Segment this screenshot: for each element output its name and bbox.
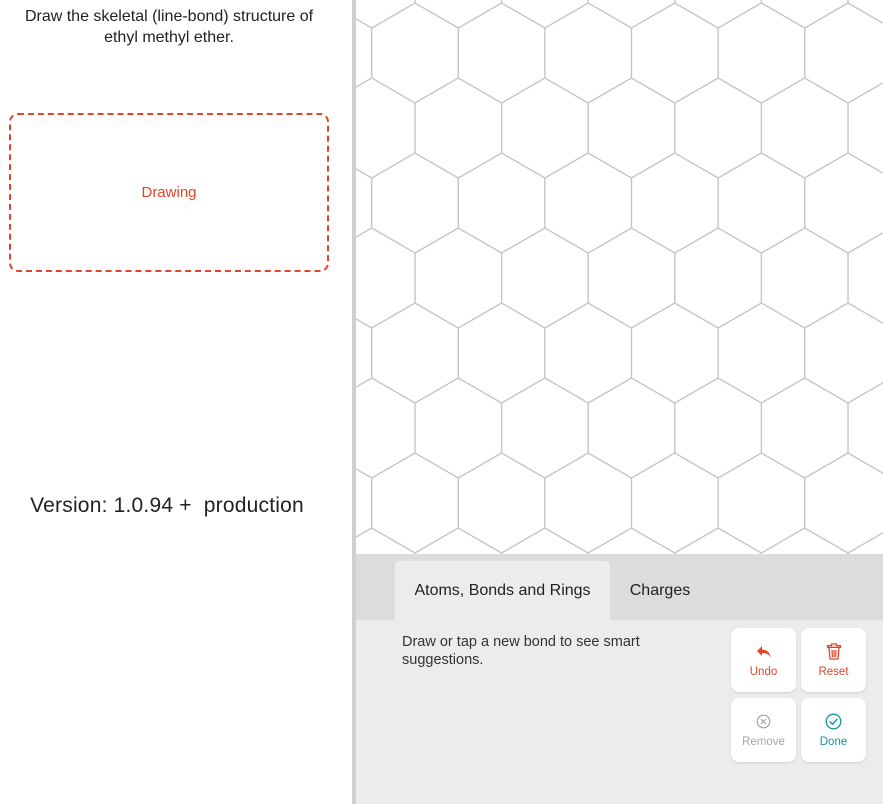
drawing-canvas[interactable]: [356, 0, 883, 554]
grid-hexagon: [717, 302, 806, 404]
version-text: Version: 1.0.94 + production: [30, 494, 304, 517]
grid-hexagon: [457, 152, 546, 254]
undo-arrow-icon: [756, 643, 772, 661]
grid-hexagon: [544, 2, 633, 104]
grid-hexagon: [847, 0, 883, 24]
grid-hexagon: [587, 527, 676, 554]
grid-hexagon: [501, 227, 589, 329]
done-button[interactable]: Done: [801, 698, 866, 762]
grid-hexagon: [414, 77, 503, 179]
editor-panel: Atoms, Bonds and Rings Charges Draw or t…: [356, 0, 883, 804]
grid-hexagon: [674, 527, 763, 554]
grid-hexagon: [356, 77, 416, 179]
grid-hexagon: [501, 77, 589, 179]
tab-atoms-bonds-rings[interactable]: Atoms, Bonds and Rings: [395, 561, 610, 620]
grid-hexagon: [804, 2, 883, 104]
circle-x-icon: [756, 713, 771, 731]
grid-hexagon: [371, 2, 459, 104]
grid-hexagon: [674, 77, 763, 179]
grid-hexagon: [457, 452, 546, 554]
grid-hexagon: [356, 527, 416, 554]
drawing-label: Drawing: [141, 184, 197, 201]
reset-label: Reset: [818, 665, 849, 678]
grid-hexagon: [847, 532, 883, 554]
grid-hexagon: [760, 377, 849, 479]
grid-hexagon: [630, 2, 719, 104]
grid-hexagon: [587, 377, 676, 479]
tool-area: Draw or tap a new bond to see smart sugg…: [356, 620, 883, 804]
grid-hexagon: [501, 527, 589, 554]
remove-button[interactable]: Remove: [731, 698, 796, 762]
grid-hexagon: [630, 152, 719, 254]
grid-hexagon: [501, 377, 589, 479]
grid-hexagon: [371, 452, 459, 554]
grid-hexagon: [414, 527, 503, 554]
grid-hexagon: [717, 2, 806, 104]
grid-hexagon: [717, 452, 806, 554]
smart-suggestions-hint: Draw or tap a new bond to see smart sugg…: [402, 634, 640, 668]
grid-hexagon: [630, 302, 719, 404]
grid-hexagon: [804, 302, 883, 404]
question-panel: Draw the skeletal (line-bond) structure …: [0, 0, 352, 804]
grid-hexagon: [804, 452, 883, 554]
grid-hexagon: [717, 152, 806, 254]
undo-label: Undo: [749, 665, 778, 678]
grid-hexagon: [674, 377, 763, 479]
done-label: Done: [819, 735, 848, 748]
grid-hexagon: [356, 318, 373, 388]
grid-hexagon: [414, 377, 503, 479]
question-text: Draw the skeletal (line-bond) structure …: [24, 8, 314, 46]
grid-hexagon: [544, 152, 633, 254]
grid-hexagon: [356, 468, 373, 538]
grid-hexagon: [587, 0, 676, 29]
circle-check-icon: [825, 713, 842, 731]
grid-hexagon: [760, 527, 849, 554]
undo-button[interactable]: Undo: [731, 628, 796, 692]
grid-hexagon: [356, 168, 373, 238]
grid-hexagon: [544, 452, 633, 554]
grid-hexagon: [501, 0, 589, 29]
app-root: Draw the skeletal (line-bond) structure …: [0, 0, 883, 804]
grid-hexagon: [414, 227, 503, 329]
grid-hexagon: [457, 302, 546, 404]
grid-hexagon: [587, 77, 676, 179]
grid-hexagon: [371, 302, 459, 404]
grid-hexagon: [356, 377, 416, 479]
reset-button[interactable]: Reset: [801, 628, 866, 692]
grid-hexagon: [414, 0, 503, 29]
grid-hexagon: [804, 152, 883, 254]
grid-hexagon: [356, 18, 373, 88]
hexagon-grid: [356, 0, 883, 554]
tool-tab-bar: Atoms, Bonds and Rings Charges: [356, 554, 883, 620]
grid-hexagon: [544, 302, 633, 404]
grid-hexagon: [760, 0, 849, 29]
grid-hexagon: [371, 152, 459, 254]
grid-hexagon: [457, 2, 546, 104]
grid-hexagon: [674, 227, 763, 329]
grid-hexagon: [674, 0, 763, 29]
tab-charges[interactable]: Charges: [618, 561, 702, 620]
grid-hexagon: [760, 77, 849, 179]
grid-hexagon: [587, 227, 676, 329]
remove-label: Remove: [742, 735, 785, 748]
grid-hexagon: [356, 227, 416, 329]
grid-hexagon: [630, 452, 719, 554]
trash-icon: [826, 643, 842, 661]
grid-hexagon: [760, 227, 849, 329]
drawing-answer-box[interactable]: Drawing: [9, 113, 329, 272]
